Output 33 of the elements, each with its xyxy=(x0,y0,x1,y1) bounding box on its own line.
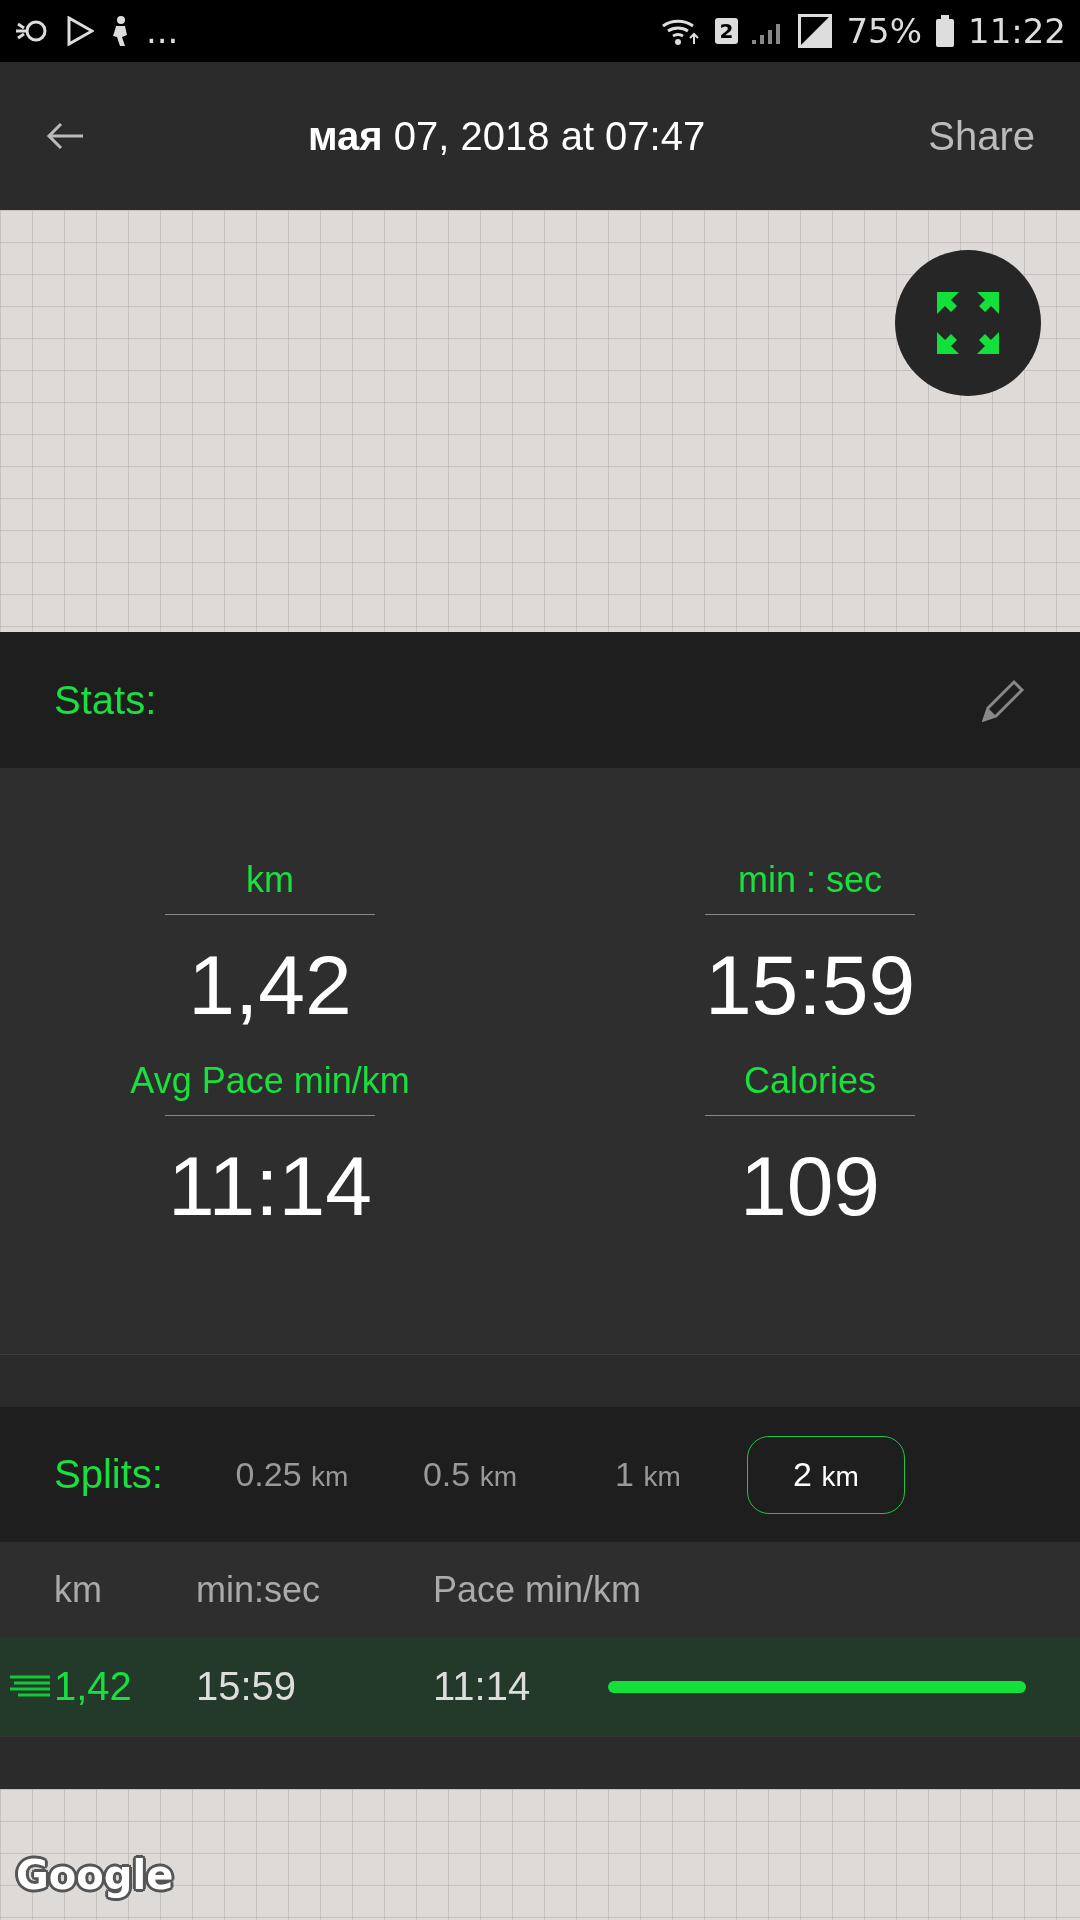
table-cell-text: 15:59 xyxy=(196,1664,298,1709)
section-title: Stats: xyxy=(54,677,157,723)
table-cell-text: 1,42 xyxy=(54,1664,133,1709)
signal-icon xyxy=(798,14,833,48)
column-header: min:sec xyxy=(196,1568,322,1611)
column-header: Pace min/km xyxy=(433,1568,642,1611)
stat-value: 109 xyxy=(739,1138,881,1235)
battery-percent: 75% xyxy=(846,11,922,51)
share-link[interactable]: Share xyxy=(928,113,1035,159)
split-option[interactable]: 0.25 km xyxy=(212,1435,371,1514)
column-header: km xyxy=(54,1568,103,1611)
stat-label: Calories xyxy=(743,1059,876,1103)
stat-label: km xyxy=(246,858,294,902)
screen-title: мая 07, 2018 at 07:47 xyxy=(307,113,707,159)
clock: 11:22 xyxy=(968,11,1066,51)
map-attribution: Google xyxy=(16,1852,174,1898)
table-cell-text: 11:14 xyxy=(433,1664,532,1709)
sim-badge: 2 xyxy=(714,18,739,44)
stat-value: 1,42 xyxy=(188,937,352,1034)
split-option[interactable]: 2 km xyxy=(746,1435,905,1514)
stat-value: 15:59 xyxy=(704,937,916,1034)
stat-label: Avg Pace min/km xyxy=(130,1059,410,1103)
overflow-dots: ... xyxy=(146,11,179,51)
section-title: Splits: xyxy=(54,1452,163,1497)
back-icon[interactable] xyxy=(45,121,85,151)
stat-value: 11:14 xyxy=(168,1138,372,1235)
play-store-icon xyxy=(66,16,94,46)
battery-icon xyxy=(936,15,954,47)
stat-label: min : sec xyxy=(737,858,882,902)
expand-icon xyxy=(937,292,999,354)
pencil-icon[interactable] xyxy=(982,678,1026,722)
split-option[interactable]: 1 km xyxy=(568,1435,727,1514)
split-option[interactable]: 0.5 km xyxy=(390,1435,549,1514)
